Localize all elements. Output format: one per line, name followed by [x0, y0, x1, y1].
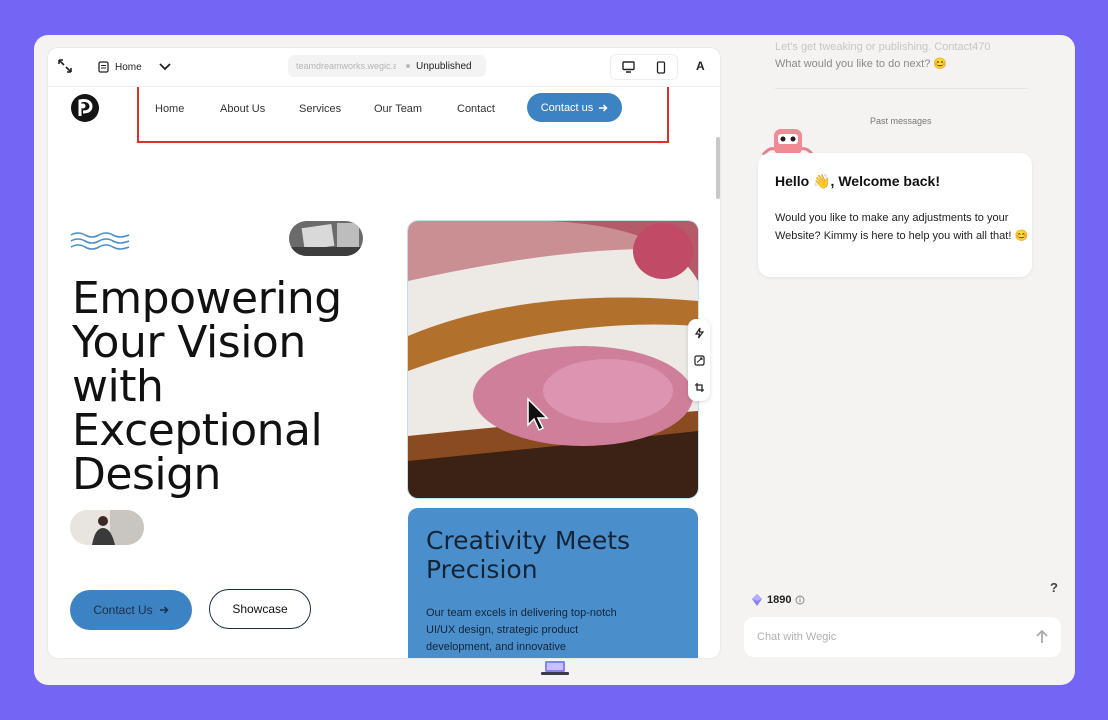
site-url-bar[interactable]: teamdreamworks.wegic.app Unpublished	[288, 55, 486, 77]
hero-showcase-button[interactable]: Showcase	[209, 589, 311, 629]
person-photo-pill	[70, 510, 144, 545]
mobile-icon[interactable]	[656, 60, 666, 74]
hero-headline: Empowering Your Vision with Exceptional …	[72, 277, 392, 497]
replace-image-icon[interactable]	[693, 355, 705, 366]
status-dot	[406, 64, 410, 68]
arrow-right-icon	[159, 606, 169, 614]
chat-input[interactable]	[755, 630, 1019, 644]
desktop-icon[interactable]	[622, 61, 635, 73]
headline-line: Design	[72, 449, 221, 500]
nav-contact[interactable]: Contact	[457, 103, 495, 115]
nav-contact-us-button[interactable]: Contact us	[527, 93, 622, 122]
feature-card-title: Creativity Meets Precision	[426, 526, 631, 584]
device-switcher	[610, 54, 678, 80]
page-selector[interactable]: Home	[98, 58, 172, 76]
laptop-icon	[541, 661, 569, 675]
crop-icon[interactable]	[694, 382, 705, 393]
credits-display: 1890	[751, 593, 805, 607]
previous-message-line: What would you like to do next? 😊	[775, 58, 948, 70]
chat-input-box	[744, 617, 1061, 657]
credits-value: 1890	[767, 594, 792, 606]
info-icon[interactable]	[795, 595, 805, 605]
headline-line: Exceptional	[72, 405, 323, 456]
site-url: teamdreamworks.wegic.app	[296, 61, 396, 71]
nav-our-team[interactable]: Our Team	[374, 103, 422, 115]
expand-icon[interactable]	[58, 59, 72, 73]
headline-line: with	[72, 361, 164, 412]
previous-message: Let's get tweaking or publishing. Contac…	[775, 39, 1035, 73]
previous-message-line: Let's get tweaking or publishing. Contac…	[775, 41, 991, 53]
website-editor: Home teamdreamworks.wegic.app Unpublishe…	[48, 48, 720, 658]
arrow-right-icon	[599, 103, 608, 112]
nav-services[interactable]: Services	[299, 103, 341, 115]
page-icon	[98, 61, 109, 73]
past-messages-label: Past messages	[870, 116, 932, 126]
nav-contact-us-label: Contact us	[540, 101, 594, 114]
site-preview: Home About Us Services Our Team Contact …	[48, 87, 720, 658]
wave-decoration	[70, 232, 130, 250]
hero-contact-us-label: Contact Us	[93, 603, 153, 617]
welcome-message-text: Would you like to make any adjustments t…	[775, 212, 1029, 242]
page-selector-label: Home	[115, 61, 142, 73]
site-logo	[71, 94, 99, 122]
cursor-icon	[527, 397, 549, 432]
lightning-icon[interactable]	[694, 327, 705, 339]
gem-icon	[752, 594, 762, 606]
feature-card-text: Our team excels in delivering top-notch …	[426, 607, 617, 653]
nav-home[interactable]: Home	[155, 103, 184, 115]
hero-showcase-label: Showcase	[232, 602, 288, 616]
send-arrow-icon[interactable]	[1035, 629, 1049, 645]
nav-selection-highlight: Home About Us Services Our Team Contact …	[137, 87, 669, 143]
headline-line: Empowering	[72, 273, 342, 324]
publish-status: Unpublished	[416, 60, 472, 72]
chevron-down-icon	[159, 63, 171, 71]
hero-image[interactable]	[408, 221, 698, 498]
laptop-photo-pill	[289, 221, 363, 256]
welcome-greeting: Hello 👋, Welcome back!	[775, 173, 940, 189]
preview-scrollbar[interactable]	[716, 137, 720, 199]
image-tools	[688, 319, 710, 401]
chat-divider	[775, 88, 1027, 89]
editor-toolbar: Home teamdreamworks.wegic.app Unpublishe…	[48, 48, 720, 87]
help-button[interactable]: ?	[1050, 580, 1058, 595]
nav-about-us[interactable]: About Us	[220, 103, 265, 115]
hero-contact-us-button[interactable]: Contact Us	[70, 590, 192, 630]
headline-line: Your Vision	[72, 317, 306, 368]
font-icon[interactable]: A	[696, 59, 705, 73]
app-window: Home teamdreamworks.wegic.app Unpublishe…	[34, 35, 1075, 685]
feature-card: Creativity Meets Precision Our team exce…	[408, 508, 698, 658]
welcome-message-bubble: Hello 👋, Welcome back! Would you like to…	[758, 153, 1032, 277]
